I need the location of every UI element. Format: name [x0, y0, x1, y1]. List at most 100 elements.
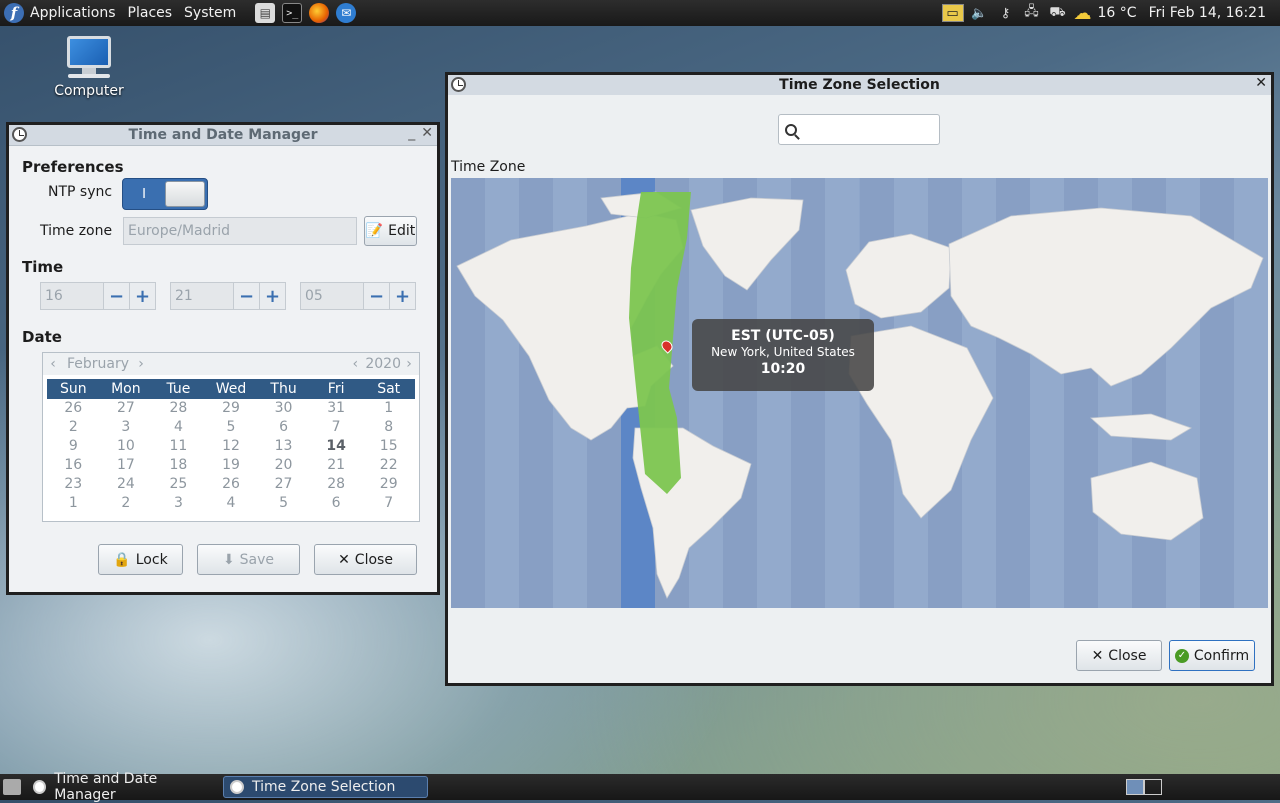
preferences-heading: Preferences	[22, 158, 124, 176]
calendar-day[interactable]: 20	[257, 456, 310, 475]
calendar-day[interactable]: 30	[257, 399, 310, 418]
edit-timezone-button[interactable]: 📝 Edit	[364, 216, 417, 246]
window-close-icon[interactable]: ✕	[421, 125, 433, 141]
calendar-day[interactable]: 25	[152, 475, 205, 494]
calendar-day[interactable]: 3	[152, 494, 205, 513]
tzs-close-button[interactable]: ✕ Close	[1076, 640, 1162, 671]
weekday-header: Sat	[377, 381, 401, 397]
ntp-sync-toggle[interactable]: I	[122, 178, 208, 210]
calendar-day[interactable]: 22	[362, 456, 415, 475]
tdm-close-button[interactable]: ✕ Close	[314, 544, 417, 575]
minute-spinner[interactable]: 21 − +	[170, 282, 286, 310]
calendar-day[interactable]: 21	[310, 456, 363, 475]
volume-icon[interactable]: 🔈	[970, 3, 990, 23]
show-desktop-icon[interactable]	[3, 779, 21, 795]
hour-spinner[interactable]: 16 − +	[40, 282, 156, 310]
calendar-day[interactable]: 29	[205, 399, 258, 418]
calendar-day[interactable]: 17	[100, 456, 153, 475]
minute-increment-button[interactable]: +	[259, 283, 285, 309]
temperature-text[interactable]: 16 °C	[1098, 5, 1137, 21]
calendar-day[interactable]: 2	[47, 418, 100, 437]
calendar-day[interactable]: 14	[310, 437, 363, 456]
calendar-day[interactable]: 27	[257, 475, 310, 494]
greenland-land	[690, 197, 804, 291]
calendar-day[interactable]: 18	[152, 456, 205, 475]
network-icon[interactable]: 🖧	[1022, 3, 1042, 23]
hour-increment-button[interactable]: +	[129, 283, 155, 309]
hour-decrement-button[interactable]: −	[103, 283, 129, 309]
panel-clock[interactable]: Fri Feb 14, 16:21	[1149, 5, 1266, 21]
timezone-field: Europe/Madrid	[123, 217, 357, 245]
calendar-day[interactable]: 12	[205, 437, 258, 456]
second-decrement-button[interactable]: −	[363, 283, 389, 309]
calendar-day[interactable]: 9	[47, 437, 100, 456]
calendar-day[interactable]: 7	[310, 418, 363, 437]
calendar-day[interactable]: 31	[310, 399, 363, 418]
calendar-day[interactable]: 6	[257, 418, 310, 437]
calendar-day[interactable]: 23	[47, 475, 100, 494]
calendar-day[interactable]: 5	[257, 494, 310, 513]
menu-system[interactable]: System	[184, 5, 236, 21]
window-close-icon[interactable]: ✕	[1255, 75, 1267, 91]
timezone-search-input[interactable]	[778, 114, 940, 145]
menu-places[interactable]: Places	[128, 5, 173, 21]
calendar-day[interactable]: 27	[100, 399, 153, 418]
calendar-day[interactable]: 29	[362, 475, 415, 494]
desktop-computer-icon[interactable]: Computer	[52, 36, 126, 99]
file-manager-launcher-icon[interactable]: ▤	[255, 3, 276, 23]
world-map[interactable]: EST (UTC-05) New York, United States 10:…	[451, 178, 1268, 608]
calendar-day[interactable]: 26	[47, 399, 100, 418]
calendar-day[interactable]: 16	[47, 456, 100, 475]
task-time-date-manager[interactable]: Time and Date Manager	[27, 771, 217, 803]
ntp-toggle-knob[interactable]	[165, 181, 205, 207]
prev-year-icon[interactable]: ‹	[347, 356, 363, 372]
calendar-day[interactable]: 19	[205, 456, 258, 475]
calendar-day[interactable]: 8	[362, 418, 415, 437]
second-increment-button[interactable]: +	[389, 283, 415, 309]
tooltip-time: 10:20	[760, 361, 806, 377]
calendar-day[interactable]: 28	[310, 475, 363, 494]
calendar-day[interactable]: 1	[47, 494, 100, 513]
task-time-zone-selection[interactable]: Time Zone Selection	[223, 776, 428, 798]
lock-button[interactable]: 🔒 Lock	[98, 544, 183, 575]
workspace-1[interactable]	[1126, 779, 1144, 795]
tdm-body: Preferences NTP sync I Time zone Europe/…	[9, 145, 437, 592]
display-icon[interactable]: ▭	[941, 4, 964, 22]
terminal-launcher-icon[interactable]: >_	[282, 3, 303, 23]
close-icon: ✕	[338, 551, 350, 568]
calendar-day[interactable]: 11	[152, 437, 205, 456]
calendar-day[interactable]: 3	[100, 418, 153, 437]
menu-applications[interactable]: Applications	[30, 5, 116, 21]
calendar-day[interactable]: 5	[205, 418, 258, 437]
fedora-logo-icon[interactable]: f	[4, 3, 24, 23]
minimize-button[interactable]: _	[408, 125, 415, 141]
second-spinner[interactable]: 05 − +	[300, 282, 416, 310]
calendar-day[interactable]: 26	[205, 475, 258, 494]
firefox-launcher-icon[interactable]	[309, 3, 330, 23]
workspace-2[interactable]	[1144, 779, 1162, 795]
prev-month-icon[interactable]: ‹	[45, 356, 61, 372]
next-year-icon[interactable]: ›	[401, 356, 417, 372]
confirm-button[interactable]: ✓ Confirm	[1169, 640, 1255, 671]
calendar-day[interactable]: 4	[205, 494, 258, 513]
calendar-day[interactable]: 2	[100, 494, 153, 513]
weather-icon[interactable]: ☁	[1074, 3, 1092, 24]
updates-icon[interactable]: ⛟	[1048, 3, 1068, 23]
tzs-titlebar[interactable]: Time Zone Selection ✕	[448, 75, 1271, 95]
calendar-day[interactable]: 6	[310, 494, 363, 513]
calendar-day[interactable]: 4	[152, 418, 205, 437]
calendar-day[interactable]: 15	[362, 437, 415, 456]
tdm-titlebar[interactable]: Time and Date Manager _ ✕	[9, 125, 437, 145]
calendar-day[interactable]: 1	[362, 399, 415, 418]
calendar-day[interactable]: 28	[152, 399, 205, 418]
workspace-switcher[interactable]	[1126, 779, 1162, 795]
calendar-day[interactable]: 13	[257, 437, 310, 456]
calendar-day[interactable]: 10	[100, 437, 153, 456]
key-icon[interactable]: ⚷	[996, 3, 1016, 23]
minute-decrement-button[interactable]: −	[233, 283, 259, 309]
next-month-icon[interactable]: ›	[133, 356, 149, 372]
save-button[interactable]: ⬇ Save	[197, 544, 300, 575]
calendar-day[interactable]: 24	[100, 475, 153, 494]
calendar-day[interactable]: 7	[362, 494, 415, 513]
mail-launcher-icon[interactable]: ✉	[336, 3, 357, 23]
